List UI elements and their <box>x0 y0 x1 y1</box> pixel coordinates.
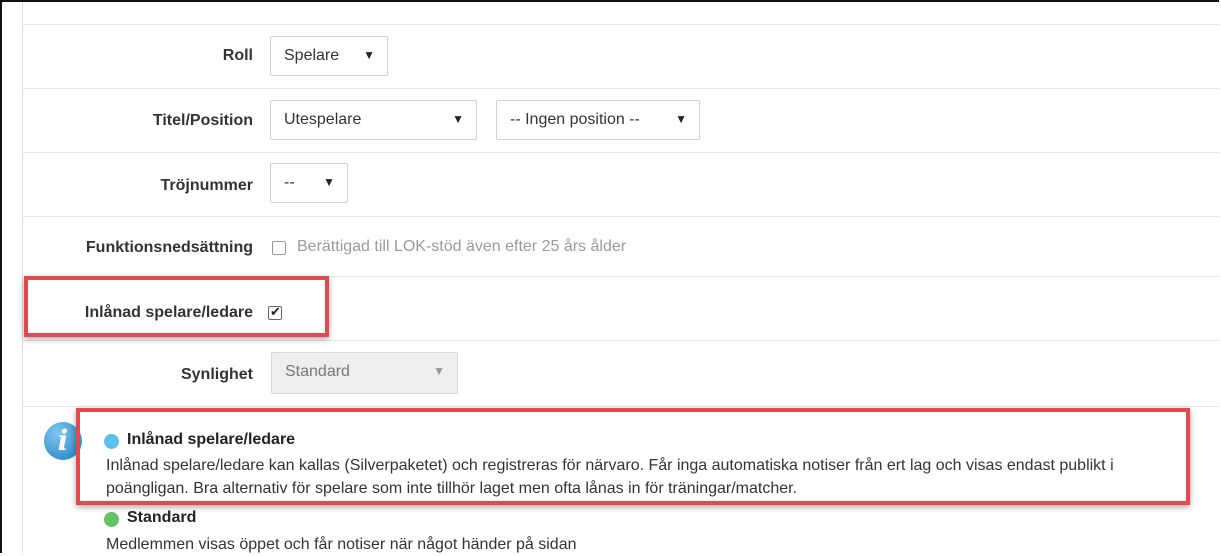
highlight-box <box>24 276 329 337</box>
roll-select-value: Spelare <box>284 47 340 64</box>
titel-label: Titel/Position <box>152 112 253 129</box>
roll-label: Roll <box>222 47 253 64</box>
info-option-description: Medlemmen visas öppet och får notiser nä… <box>106 536 577 553</box>
trojnummer-select[interactable]: -- ▼ <box>270 163 348 203</box>
trojnummer-select-value: -- <box>284 174 295 191</box>
row-roll: Roll Spelare ▼ <box>23 24 1219 89</box>
titel-select[interactable]: Utespelare ▼ <box>270 100 477 140</box>
titel-select-value: Utespelare <box>284 111 362 128</box>
synlighet-select[interactable]: Standard ▼ <box>271 352 458 394</box>
info-option-title: Standard <box>127 509 197 526</box>
synlighet-label: Synlighet <box>180 366 253 383</box>
chevron-down-icon: ▼ <box>452 112 464 126</box>
funktion-label: Funktionsnedsättning <box>85 239 253 256</box>
row-funktion: Funktionsnedsättning Berättigad till LOK… <box>23 216 1219 277</box>
roll-select[interactable]: Spelare ▼ <box>270 36 388 76</box>
standard-dot-icon <box>104 512 119 527</box>
trojnummer-label: Tröjnummer <box>160 177 253 194</box>
lok-checkbox-label: Berättigad till LOK-stöd även efter 25 å… <box>297 238 627 255</box>
position-select[interactable]: -- Ingen position -- ▼ <box>496 100 700 140</box>
row-synlighet: Synlighet Standard ▼ <box>23 340 1219 407</box>
lok-checkbox[interactable] <box>272 241 286 255</box>
chevron-down-icon: ▼ <box>363 48 375 62</box>
row-titel: Titel/Position Utespelare ▼ -- Ingen pos… <box>23 88 1219 153</box>
chevron-down-icon: ▼ <box>433 364 445 378</box>
highlight-box <box>76 408 1190 505</box>
row-divider <box>23 406 1219 407</box>
synlighet-select-value: Standard <box>285 363 350 380</box>
position-select-value: -- Ingen position -- <box>510 111 640 128</box>
row-trojnummer: Tröjnummer -- ▼ <box>23 152 1219 217</box>
chevron-down-icon: ▼ <box>675 112 687 126</box>
chevron-down-icon: ▼ <box>323 175 335 189</box>
